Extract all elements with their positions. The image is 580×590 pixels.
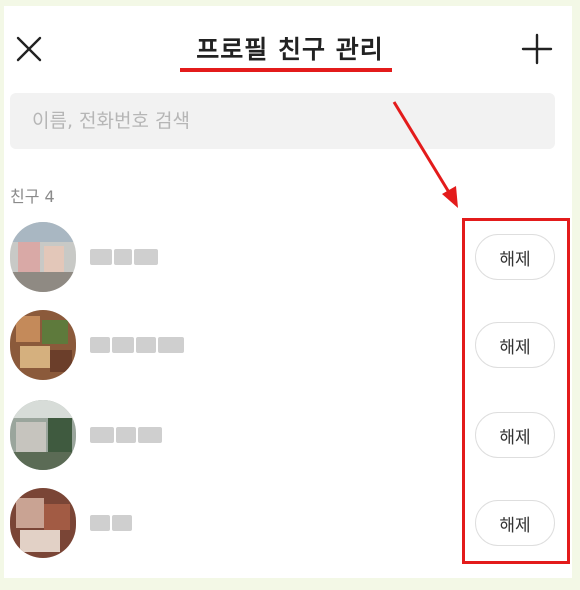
annotation-arrow-icon — [392, 101, 458, 208]
